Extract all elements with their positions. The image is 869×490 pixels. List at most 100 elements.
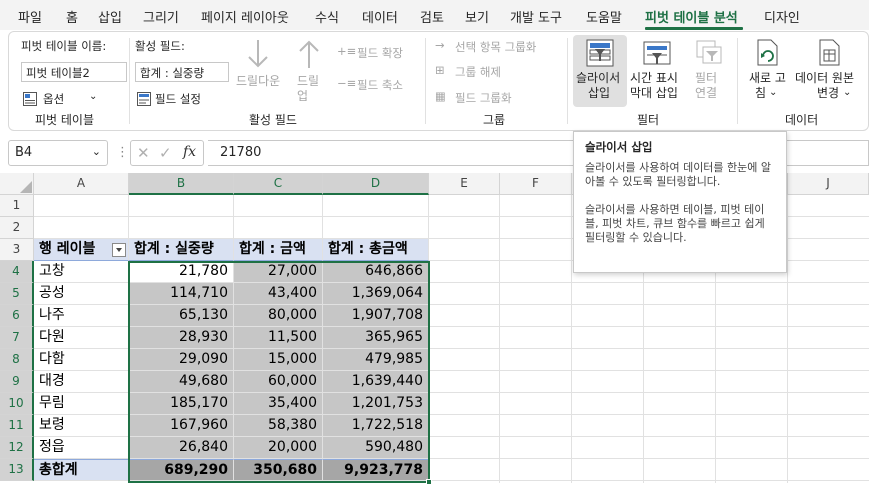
fill-handle[interactable] (426, 479, 432, 485)
cell-weight[interactable]: 185,170 (129, 393, 234, 415)
row-label[interactable]: 다함 (34, 349, 129, 371)
row-header[interactable]: 8 (0, 349, 34, 371)
cell-weight[interactable]: 28,930 (129, 327, 234, 349)
collapse-field-button[interactable]: −≡ 필드 축소 (337, 76, 417, 94)
name-box[interactable]: B4 ⌄ (8, 140, 108, 166)
tab-page-layout[interactable]: 페이지 레이아웃 (201, 7, 289, 26)
row-header[interactable]: 6 (0, 305, 34, 327)
cell-total[interactable]: 1,201,753 (323, 393, 429, 415)
row-header[interactable]: 3 (0, 239, 34, 261)
tab-review[interactable]: 검토 (420, 7, 444, 26)
row-label[interactable]: 무림 (34, 393, 129, 415)
row-header[interactable]: 1 (0, 195, 34, 217)
column-header-c[interactable]: C (234, 173, 323, 195)
cell-amount[interactable]: 11,500 (234, 327, 323, 349)
cell-total[interactable]: 1,722,518 (323, 415, 429, 437)
row-label[interactable]: 보령 (34, 415, 129, 437)
cell-amount[interactable]: 58,380 (234, 415, 323, 437)
tab-view[interactable]: 보기 (465, 7, 489, 26)
change-data-source-button[interactable]: 데이터 원본 변경 ⌄ (795, 35, 865, 107)
grand-total-total[interactable]: 9,923,778 (323, 459, 429, 481)
insert-function-icon[interactable]: fx (183, 144, 196, 160)
column-header-d[interactable]: D (323, 173, 429, 195)
cell-total[interactable]: 479,985 (323, 349, 429, 371)
cell-total[interactable]: 590,480 (323, 437, 429, 459)
cell-amount[interactable]: 15,000 (234, 349, 323, 371)
pivot-row-label-header[interactable]: 행 레이블 (34, 239, 129, 261)
grand-total-amount[interactable]: 350,680 (234, 459, 323, 481)
cell-amount[interactable]: 20,000 (234, 437, 323, 459)
row-label[interactable]: 대경 (34, 371, 129, 393)
cell-amount[interactable]: 80,000 (234, 305, 323, 327)
tab-developer[interactable]: 개발 도구 (510, 7, 562, 26)
pivot-header-amount[interactable]: 합계 : 금액 (234, 239, 323, 261)
row-header[interactable]: 13 (0, 459, 34, 481)
tab-data[interactable]: 데이터 (362, 7, 398, 26)
row-header[interactable]: 11 (0, 415, 34, 437)
cell-total[interactable]: 365,965 (323, 327, 429, 349)
cell-weight[interactable]: 167,960 (129, 415, 234, 437)
tab-insert[interactable]: 삽입 (98, 7, 122, 26)
tab-file[interactable]: 파일 (18, 7, 42, 26)
row-label[interactable]: 다원 (34, 327, 129, 349)
cell-total[interactable]: 1,907,708 (323, 305, 429, 327)
tab-formulas[interactable]: 수식 (315, 7, 339, 26)
row-header[interactable]: 7 (0, 327, 34, 349)
cell-weight[interactable]: 49,680 (129, 371, 234, 393)
column-header-b[interactable]: B (129, 173, 234, 195)
expand-field-button[interactable]: +≡ 필드 확장 (337, 44, 417, 62)
options-button[interactable]: 옵션 ⌄ (23, 90, 113, 108)
tab-draw[interactable]: 그리기 (143, 7, 179, 26)
grand-total-weight[interactable]: 689,290 (129, 459, 234, 481)
row-label[interactable]: 고창 (34, 261, 129, 283)
cell-total[interactable]: 1,369,064 (323, 283, 429, 305)
field-settings-button[interactable]: 필드 설정 (137, 90, 227, 108)
active-field-input[interactable]: 합계 : 실중량 (135, 62, 229, 82)
cell-amount[interactable]: 60,000 (234, 371, 323, 393)
group-field-button[interactable]: ▦ 필드 그룹화 (435, 89, 555, 107)
cell-weight[interactable]: 21,780 (129, 261, 234, 283)
tab-design[interactable]: 디자인 (764, 7, 800, 26)
group-selection-button[interactable]: → 선택 항목 그룹화 (435, 38, 565, 56)
tab-home[interactable]: 홈 (66, 7, 78, 26)
cell-amount[interactable]: 43,400 (234, 283, 323, 305)
row-header[interactable]: 12 (0, 437, 34, 459)
column-header-e[interactable]: E (429, 173, 500, 195)
cell-weight[interactable]: 114,710 (129, 283, 234, 305)
refresh-button[interactable]: 새로 고 침 ⌄ (745, 35, 791, 107)
cell-amount[interactable]: 35,400 (234, 393, 323, 415)
column-header-j[interactable]: J (788, 173, 869, 195)
chevron-down-icon[interactable]: ⌄ (92, 145, 101, 158)
cell-total[interactable]: 1,639,440 (323, 371, 429, 393)
row-header[interactable]: 5 (0, 283, 34, 305)
pivot-name-input[interactable]: 피벗 테이블2 (21, 62, 127, 82)
cell-weight[interactable]: 29,090 (129, 349, 234, 371)
filter-connections-button[interactable]: 필터 연결 (691, 35, 727, 107)
row-header[interactable]: 2 (0, 217, 34, 239)
filter-dropdown-icon[interactable] (112, 243, 126, 257)
cell-weight[interactable]: 26,840 (129, 437, 234, 459)
tab-pivottable-analyze[interactable]: 피벗 테이블 분석 (645, 7, 738, 26)
cell-total[interactable]: 646,866 (323, 261, 429, 283)
cancel-icon[interactable]: ✕ (137, 144, 150, 162)
drill-up-button[interactable]: 드릴 업 (291, 36, 327, 104)
pivot-header-total[interactable]: 합계 : 총금액 (323, 239, 429, 261)
ungroup-button[interactable]: ⊞ 그룹 해제 (435, 63, 555, 81)
row-label[interactable]: 공성 (34, 283, 129, 305)
row-header[interactable]: 10 (0, 393, 34, 415)
row-label[interactable]: 정읍 (34, 437, 129, 459)
column-header-f[interactable]: F (500, 173, 572, 195)
cell-amount[interactable]: 27,000 (234, 261, 323, 283)
row-label[interactable]: 나주 (34, 305, 129, 327)
select-all-button[interactable] (0, 173, 34, 195)
enter-icon[interactable]: ✓ (159, 144, 172, 162)
grand-total-label[interactable]: 총합계 (34, 459, 129, 481)
cell-weight[interactable]: 65,130 (129, 305, 234, 327)
column-header-a[interactable]: A (34, 173, 129, 195)
pivot-header-weight[interactable]: 합계 : 실중량 (129, 239, 234, 261)
insert-timeline-button[interactable]: 시간 표시 막대 삽입 (629, 35, 685, 107)
drill-down-button[interactable]: 드릴다운 (233, 36, 283, 104)
row-header[interactable]: 4 (0, 261, 34, 283)
row-header[interactable]: 9 (0, 371, 34, 393)
tab-help[interactable]: 도움말 (586, 7, 622, 26)
